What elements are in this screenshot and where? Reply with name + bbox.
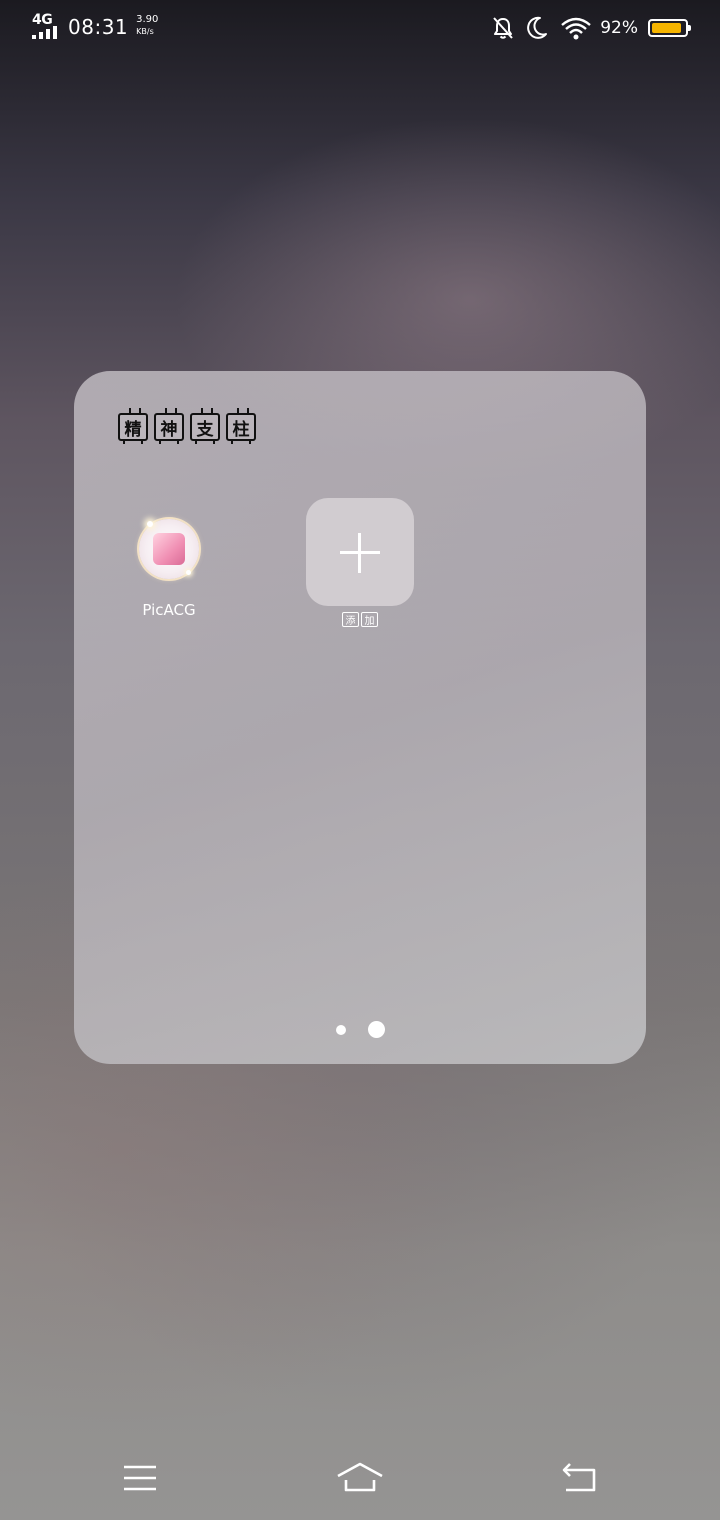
add-label: 添 加 <box>341 612 379 627</box>
page-dot-2-active[interactable] <box>367 1021 385 1038</box>
wifi-icon <box>561 17 591 40</box>
page-dot-1[interactable] <box>335 1024 346 1035</box>
add-label-char: 添 <box>342 612 359 627</box>
app-label: PicACG <box>142 601 196 619</box>
add-tile[interactable] <box>306 498 414 606</box>
cellular-signal: 4G <box>32 12 62 42</box>
folder-title-char: 精 <box>118 413 148 444</box>
app-picacg[interactable]: PicACG <box>109 519 229 619</box>
picacg-app-icon[interactable] <box>139 519 199 579</box>
add-app-button[interactable]: 添 加 <box>300 498 420 628</box>
bell-off-icon <box>493 17 513 39</box>
navigation-bar <box>0 1440 720 1520</box>
moon-icon <box>527 16 548 39</box>
picacg-artwork <box>153 533 185 565</box>
page-indicator <box>74 1021 646 1038</box>
sparkle-decoration <box>186 570 191 575</box>
folder-title-char: 支 <box>190 413 220 444</box>
back-icon[interactable] <box>558 1458 602 1498</box>
battery-tip <box>688 25 691 31</box>
network-speed: 3.90 KB/s <box>136 14 158 38</box>
plus-icon-vertical <box>358 533 361 573</box>
add-label-char: 加 <box>361 612 378 627</box>
battery-level <box>652 23 682 33</box>
home-icon[interactable] <box>336 1458 384 1498</box>
folder-panel: 精 神 支 柱 PicACG 添 加 <box>74 371 646 1064</box>
menu-icon[interactable] <box>118 1458 162 1498</box>
signal-icon <box>32 26 57 39</box>
sparkle-decoration <box>147 521 153 527</box>
speed-unit: KB/s <box>136 27 154 36</box>
folder-title[interactable]: 精 神 支 柱 <box>118 413 262 444</box>
battery-icon <box>648 19 691 37</box>
clock: 08:31 <box>68 15 129 39</box>
speed-value: 3.90 <box>136 14 159 25</box>
folder-title-char: 柱 <box>226 413 256 444</box>
folder-title-char: 神 <box>154 413 184 444</box>
battery-percent: 92% <box>600 18 638 38</box>
status-bar: 4G 08:31 3.90 KB/s 92% <box>0 0 720 56</box>
